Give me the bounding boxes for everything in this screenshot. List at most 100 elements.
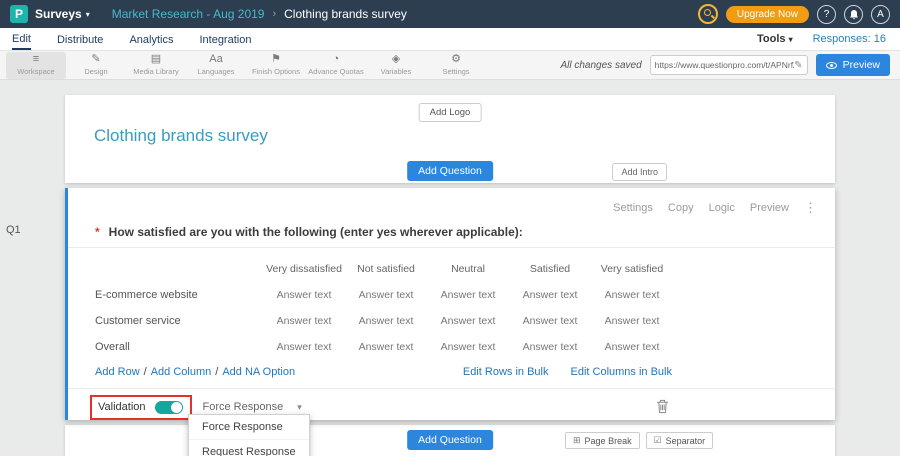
matrix-cell[interactable]: Answer text (509, 282, 591, 308)
question-copy-link[interactable]: Copy (668, 202, 694, 214)
toolbar-right: All changes saved ✎ Preview (560, 54, 894, 76)
breadcrumb-separator-icon: › (272, 8, 276, 20)
chevron-down-icon: ▾ (297, 402, 302, 413)
add-question-button-top[interactable]: Add Question (407, 161, 493, 181)
product-switcher[interactable]: Surveys (35, 7, 82, 21)
preview-button[interactable]: Preview (816, 54, 890, 76)
toolbar-item-workspace[interactable]: ≡ Workspace (6, 52, 66, 79)
matrix-cell[interactable]: Answer text (263, 334, 345, 360)
more-options-icon[interactable]: ⋮ (804, 200, 817, 216)
survey-title[interactable]: Clothing brands survey (94, 126, 268, 146)
responses-count-link[interactable]: Responses: 16 (813, 33, 886, 45)
questionpro-logo[interactable]: P (10, 5, 28, 23)
matrix-cell[interactable]: Answer text (591, 282, 673, 308)
finish-options-icon: ⚑ (271, 54, 281, 65)
matrix-cell[interactable]: Answer text (427, 334, 509, 360)
toolbar-item-languages[interactable]: Aa Languages (186, 52, 246, 79)
matrix-cell[interactable]: Answer text (263, 308, 345, 334)
toolbar-item-settings[interactable]: ⚙ Settings (426, 52, 486, 79)
matrix-column-header[interactable]: Very dissatisfied (263, 256, 345, 282)
add-row-link[interactable]: Add Row (95, 366, 140, 378)
matrix-cell[interactable]: Answer text (591, 308, 673, 334)
breadcrumb-parent[interactable]: Market Research - Aug 2019 (112, 7, 265, 21)
question-preview-link[interactable]: Preview (750, 202, 789, 214)
link-separator: / (144, 366, 147, 378)
toolbar-item-design[interactable]: ✎ Design (66, 52, 126, 79)
matrix-column-header[interactable]: Not satisfied (345, 256, 427, 282)
matrix-cell[interactable]: Answer text (591, 334, 673, 360)
matrix-column-header[interactable]: Satisfied (509, 256, 591, 282)
topbar-actions: Upgrade Now ? A (698, 4, 890, 24)
required-asterisk-icon: * (95, 225, 100, 239)
add-intro-button[interactable]: Add Intro (612, 163, 667, 181)
toolbar-item-advance-quotas[interactable]: ◔ Advance Quotas (306, 52, 366, 79)
tab-edit[interactable]: Edit (12, 29, 31, 50)
survey-header-card: Add Logo Clothing brands survey Add Ques… (65, 95, 835, 183)
matrix-cell[interactable]: Answer text (509, 334, 591, 360)
add-na-option-link[interactable]: Add NA Option (222, 366, 295, 378)
matrix-cell[interactable]: Answer text (345, 308, 427, 334)
page-break-button[interactable]: ⊞ Page Break (565, 432, 640, 449)
matrix-add-links: Add Row / Add Column / Add NA Option (95, 366, 295, 378)
validation-toggle[interactable] (155, 401, 183, 414)
matrix-column-header[interactable]: Very satisfied (591, 256, 673, 282)
question-settings-link[interactable]: Settings (613, 202, 653, 214)
nav-right: Tools ▾ Responses: 16 (757, 33, 888, 45)
toolbar-item-finish-options[interactable]: ⚑ Finish Options (246, 52, 306, 79)
avatar[interactable]: A (871, 5, 890, 24)
edit-url-pencil-icon[interactable]: ✎ (794, 60, 802, 71)
chevron-down-icon: ▾ (86, 10, 90, 19)
question-number: Q1 (6, 224, 21, 236)
search-icon (704, 9, 711, 16)
matrix-row-label[interactable]: E-commerce website (95, 282, 263, 308)
search-button[interactable] (698, 4, 718, 24)
matrix-row-label[interactable]: Overall (95, 334, 263, 360)
separator-button[interactable]: ☑ Separator (646, 432, 714, 449)
matrix-column-header[interactable]: Neutral (427, 256, 509, 282)
tab-distribute[interactable]: Distribute (57, 30, 103, 49)
upgrade-now-button[interactable]: Upgrade Now (726, 6, 809, 23)
tools-menu[interactable]: Tools ▾ (757, 33, 793, 45)
matrix-corner (95, 256, 263, 282)
footer-buttons: ⊞ Page Break ☑ Separator (565, 432, 713, 449)
add-question-button-bottom[interactable]: Add Question (407, 430, 493, 450)
dropdown-option-force-response[interactable]: Force Response (189, 415, 309, 439)
help-button[interactable]: ? (817, 5, 836, 24)
force-response-dropdown[interactable]: Force Response ▾ (203, 401, 302, 413)
matrix-cell[interactable]: Answer text (427, 308, 509, 334)
question-logic-link[interactable]: Logic (709, 202, 735, 214)
toolbar-item-variables[interactable]: ◈ Variables (366, 52, 426, 79)
languages-icon: Aa (209, 54, 222, 65)
matrix-cell[interactable]: Answer text (263, 282, 345, 308)
trash-icon (656, 399, 669, 414)
matrix-cell[interactable]: Answer text (345, 282, 427, 308)
question-text[interactable]: How satisfied are you with the following… (109, 225, 523, 239)
validation-label: Validation (98, 401, 146, 413)
edit-columns-in-bulk-link[interactable]: Edit Columns in Bulk (571, 366, 673, 378)
add-column-link[interactable]: Add Column (151, 366, 212, 378)
question-card: Settings Copy Logic Preview ⋮ * How sati… (65, 188, 835, 420)
survey-url-input[interactable] (655, 60, 795, 70)
question-actions: Settings Copy Logic Preview ⋮ (613, 200, 817, 216)
bulk-edit-links: Edit Rows in Bulk Edit Columns in Bulk (463, 366, 672, 378)
eye-icon (826, 62, 837, 69)
matrix-cell[interactable]: Answer text (345, 334, 427, 360)
next-section-card: Add Question ⊞ Page Break ☑ Separator (65, 425, 835, 456)
delete-question-button[interactable] (656, 399, 669, 414)
survey-editor-screen: P Surveys ▾ Market Research - Aug 2019 ›… (0, 0, 900, 456)
design-icon: ✎ (91, 54, 100, 65)
force-response-value: Force Response (203, 401, 284, 413)
dropdown-option-request-response[interactable]: Request Response (189, 439, 309, 456)
toolbar-item-media-library[interactable]: ▤ Media Library (126, 52, 186, 79)
notifications-button[interactable] (844, 5, 863, 24)
editor-toolbar: ≡ Workspace ✎ Design ▤ Media Library Aa … (0, 51, 900, 80)
matrix-row-label[interactable]: Customer service (95, 308, 263, 334)
matrix-cell[interactable]: Answer text (427, 282, 509, 308)
tab-integration[interactable]: Integration (199, 30, 251, 49)
add-logo-button[interactable]: Add Logo (419, 103, 482, 122)
edit-rows-in-bulk-link[interactable]: Edit Rows in Bulk (463, 366, 549, 378)
matrix-cell[interactable]: Answer text (509, 308, 591, 334)
tab-analytics[interactable]: Analytics (129, 30, 173, 49)
settings-icon: ⚙ (451, 54, 461, 65)
question-text-row: * How satisfied are you with the followi… (95, 225, 523, 239)
